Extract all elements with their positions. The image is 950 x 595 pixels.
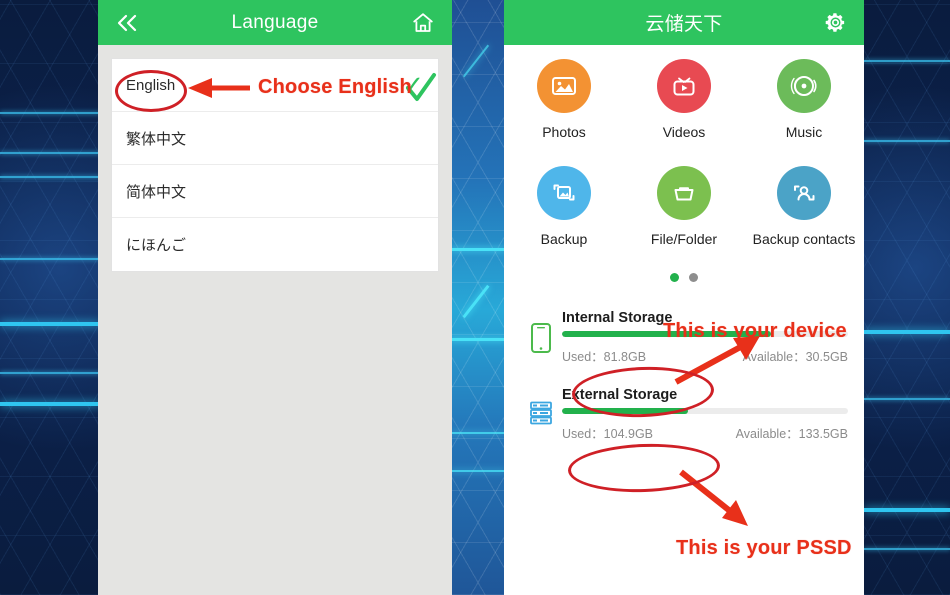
tile-icon-bg — [537, 59, 591, 113]
storage-icon-wrap — [520, 387, 562, 427]
highlight-ellipse-english — [115, 70, 187, 112]
tile-backup-contacts[interactable]: Backup contacts — [744, 166, 864, 247]
language-item-japanese[interactable]: にほんご — [112, 218, 438, 271]
tile-label: Videos — [662, 124, 706, 140]
tile-icon-bg — [537, 166, 591, 220]
hexagon-pattern-icon — [864, 0, 950, 595]
tile-label: Photos — [542, 124, 586, 140]
scan-line — [864, 398, 950, 400]
language-item-label: にほんご — [126, 237, 187, 254]
annotation-choose-english: Choose English — [258, 76, 412, 98]
storage-used-label: Used：104.9GB — [562, 427, 654, 441]
scan-line — [0, 112, 100, 114]
scan-line — [0, 322, 100, 326]
language-topbar: Language — [98, 0, 452, 45]
language-item-label: 简体中文 — [126, 183, 187, 201]
background-right — [864, 0, 950, 595]
annotation-this-is-your-device: This is your device — [663, 320, 847, 342]
tile-icon-bg — [777, 59, 831, 113]
storage-available-label: Available：30.5GB — [742, 350, 848, 364]
tile-label: Backup — [540, 231, 588, 247]
scan-line — [0, 176, 100, 178]
settings-button[interactable] — [820, 8, 850, 38]
page-title: Language — [231, 11, 319, 33]
page-dot-inactive[interactable] — [689, 273, 698, 282]
language-item-traditional-chinese[interactable]: 繁体中文 — [112, 112, 438, 165]
scan-line — [0, 372, 100, 374]
storage-icon-wrap — [520, 310, 562, 354]
screenshot-root: Language English ✓ 繁体中文 简体中文 にほんご 云储天下 P… — [0, 0, 950, 595]
double-chevron-left-icon — [117, 14, 137, 31]
scan-line — [0, 152, 100, 154]
annotation-this-is-your-pssd: This is your PSSD — [676, 537, 852, 559]
app-topbar: 云储天下 — [504, 0, 864, 45]
tile-music[interactable]: Music — [744, 59, 864, 140]
home-icon — [413, 12, 433, 32]
tile-photos[interactable]: Photos — [504, 59, 624, 140]
scan-line — [864, 140, 950, 142]
storage-used-label: Used：81.8GB — [562, 350, 647, 364]
scan-line — [0, 402, 100, 406]
backup-photo-icon — [553, 184, 575, 201]
back-button[interactable] — [112, 8, 142, 38]
hexagon-pattern-icon — [0, 0, 100, 595]
app-tile-row-1: Photos Videos Music — [504, 59, 864, 140]
gear-icon — [825, 13, 844, 32]
scan-line — [450, 470, 506, 472]
app-title: 云储天下 — [645, 14, 723, 35]
scan-line — [864, 508, 950, 512]
tv-video-icon — [673, 77, 695, 96]
photo-icon — [552, 77, 576, 95]
home-button[interactable] — [408, 8, 438, 38]
server-stack-icon — [530, 401, 552, 425]
folder-icon — [674, 187, 694, 201]
tile-videos[interactable]: Videos — [624, 59, 744, 140]
storage-available-label: Available：133.5GB — [735, 427, 848, 441]
tile-label: Backup contacts — [752, 231, 856, 247]
scan-line — [864, 548, 950, 550]
tile-label: Music — [785, 124, 823, 140]
scan-line — [450, 432, 506, 434]
scan-line — [450, 248, 506, 251]
page-indicator — [504, 273, 864, 282]
page-dot-active[interactable] — [670, 273, 679, 282]
app-home-panel: 云储天下 Photos Videos Music Backup File/Fol… — [504, 0, 864, 595]
tile-file-folder[interactable]: File/Folder — [624, 166, 744, 247]
language-item-simplified-chinese[interactable]: 简体中文 — [112, 165, 438, 218]
backup-contacts-icon — [794, 185, 815, 201]
phone-icon — [531, 323, 551, 353]
app-tile-row-2: Backup File/Folder Backup contacts — [504, 166, 864, 247]
vinyl-record-icon — [790, 76, 817, 96]
tile-label: File/Folder — [650, 231, 718, 247]
scan-line — [864, 60, 950, 62]
scan-line — [450, 338, 506, 341]
scan-line — [0, 258, 100, 260]
tile-backup[interactable]: Backup — [504, 166, 624, 247]
language-item-label: 繁体中文 — [126, 130, 187, 148]
tile-icon-bg — [657, 59, 711, 113]
background-left — [0, 0, 100, 595]
app-tile-grid: Photos Videos Music Backup File/Folder B… — [504, 45, 864, 247]
tile-icon-bg — [657, 166, 711, 220]
background-middle-strip — [450, 0, 506, 595]
scan-line — [864, 330, 950, 334]
tile-icon-bg — [777, 166, 831, 220]
